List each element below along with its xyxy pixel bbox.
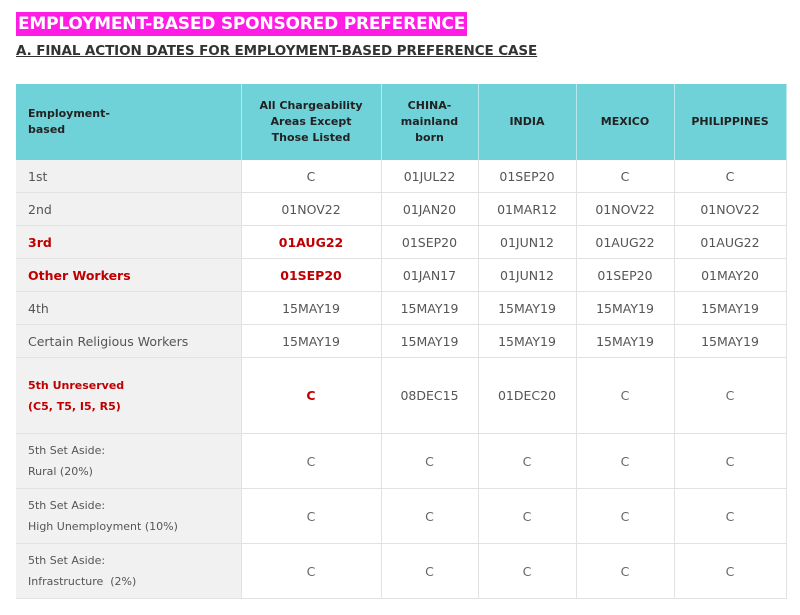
table-row: 2nd 01NOV22 01JAN20 01MAR12 01NOV22 01NO… — [16, 192, 787, 226]
table-cell: C — [478, 543, 577, 599]
table-cell: C — [241, 488, 382, 544]
table-cell: 08DEC15 — [381, 357, 479, 434]
table-cell: C — [241, 357, 382, 434]
table-cell: 01JAN20 — [381, 192, 479, 226]
table-cell: C — [674, 488, 787, 544]
row-label: 5th Set Aside: Rural (20%) — [16, 433, 242, 489]
table-row: Certain Religious Workers 15MAY19 15MAY1… — [16, 324, 787, 358]
table-cell: 15MAY19 — [478, 291, 577, 325]
table-row: 3rd 01AUG22 01SEP20 01JUN12 01AUG22 01AU… — [16, 225, 787, 259]
table-cell: 01DEC20 — [478, 357, 577, 434]
row-label: 1st — [16, 160, 242, 193]
header-china: CHINA- mainland born — [381, 84, 479, 160]
table-cell: 01SEP20 — [381, 225, 479, 259]
table-cell: 15MAY19 — [674, 291, 787, 325]
header-mexico: MEXICO — [576, 84, 675, 160]
table-row: 4th 15MAY19 15MAY19 15MAY19 15MAY19 15MA… — [16, 291, 787, 325]
row-label: Other Workers — [16, 258, 242, 292]
table-cell: 15MAY19 — [381, 291, 479, 325]
table-row: 5th Unreserved (C5, T5, I5, R5) C 08DEC1… — [16, 357, 787, 434]
table-cell: C — [576, 160, 675, 193]
table-row: 5th Set Aside: Rural (20%) C C C C C — [16, 433, 787, 489]
table-cell: 01AUG22 — [576, 225, 675, 259]
table-cell: C — [381, 488, 479, 544]
table-cell: 01JUN12 — [478, 225, 577, 259]
row-label: Certain Religious Workers — [16, 324, 242, 358]
table-cell: 01JUN12 — [478, 258, 577, 292]
table-row: 5th Set Aside: High Unemployment (10%) C… — [16, 488, 787, 544]
table-header-row: Employment- based All Chargeability Area… — [16, 84, 787, 160]
header-philippines: PHILIPPINES — [674, 84, 787, 160]
table-cell: 01SEP20 — [576, 258, 675, 292]
table-cell: C — [674, 160, 787, 193]
table-cell: 01JAN17 — [381, 258, 479, 292]
row-label: 5th Unreserved (C5, T5, I5, R5) — [16, 357, 242, 434]
table-row: Other Workers 01SEP20 01JAN17 01JUN12 01… — [16, 258, 787, 292]
table-cell: 15MAY19 — [478, 324, 577, 358]
table-cell: 01SEP20 — [241, 258, 382, 292]
table-cell: 01AUG22 — [674, 225, 787, 259]
table-cell: C — [576, 357, 675, 434]
table-cell: 01SEP20 — [478, 160, 577, 193]
table-row: 5th Set Aside: Infrastructure (2%) C C C… — [16, 543, 787, 599]
page-title: EMPLOYMENT-BASED SPONSORED PREFERENCE — [16, 12, 468, 36]
header-employment-based: Employment- based — [16, 84, 242, 160]
table-cell: 15MAY19 — [674, 324, 787, 358]
table-cell: C — [478, 433, 577, 489]
section-subtitle: A. FINAL ACTION DATES FOR EMPLOYMENT-BAS… — [16, 43, 538, 59]
table-cell: 01JUL22 — [381, 160, 479, 193]
row-label: 4th — [16, 291, 242, 325]
table-cell: 01NOV22 — [241, 192, 382, 226]
table-cell: C — [241, 433, 382, 489]
table-cell: C — [241, 543, 382, 599]
table-cell: C — [674, 543, 787, 599]
table-cell: 01MAR12 — [478, 192, 577, 226]
final-action-dates-table: Employment- based All Chargeability Area… — [16, 84, 787, 599]
table-cell: C — [381, 433, 479, 489]
table-cell: C — [241, 160, 382, 193]
table-cell: C — [576, 543, 675, 599]
page: EMPLOYMENT-BASED SPONSORED PREFERENCE A.… — [0, 0, 800, 615]
table-cell: C — [478, 488, 577, 544]
row-label: 5th Set Aside: Infrastructure (2%) — [16, 543, 242, 599]
table-cell: C — [381, 543, 479, 599]
table-cell: 15MAY19 — [241, 324, 382, 358]
header-india: INDIA — [478, 84, 577, 160]
table-cell: C — [576, 488, 675, 544]
table-cell: 01AUG22 — [241, 225, 382, 259]
table-cell: 15MAY19 — [576, 291, 675, 325]
table-cell: 15MAY19 — [576, 324, 675, 358]
row-label: 5th Set Aside: High Unemployment (10%) — [16, 488, 242, 544]
table-cell: 15MAY19 — [241, 291, 382, 325]
table-cell: C — [674, 433, 787, 489]
table-cell: 01NOV22 — [576, 192, 675, 226]
table-cell: C — [674, 357, 787, 434]
table-row: 1st C 01JUL22 01SEP20 C C — [16, 160, 787, 193]
row-label: 2nd — [16, 192, 242, 226]
header-all-chargeability: All Chargeability Areas Except Those Lis… — [241, 84, 382, 160]
table-cell: 01NOV22 — [674, 192, 787, 226]
table-cell: 01MAY20 — [674, 258, 787, 292]
row-label: 3rd — [16, 225, 242, 259]
table-cell: 15MAY19 — [381, 324, 479, 358]
table-cell: C — [576, 433, 675, 489]
